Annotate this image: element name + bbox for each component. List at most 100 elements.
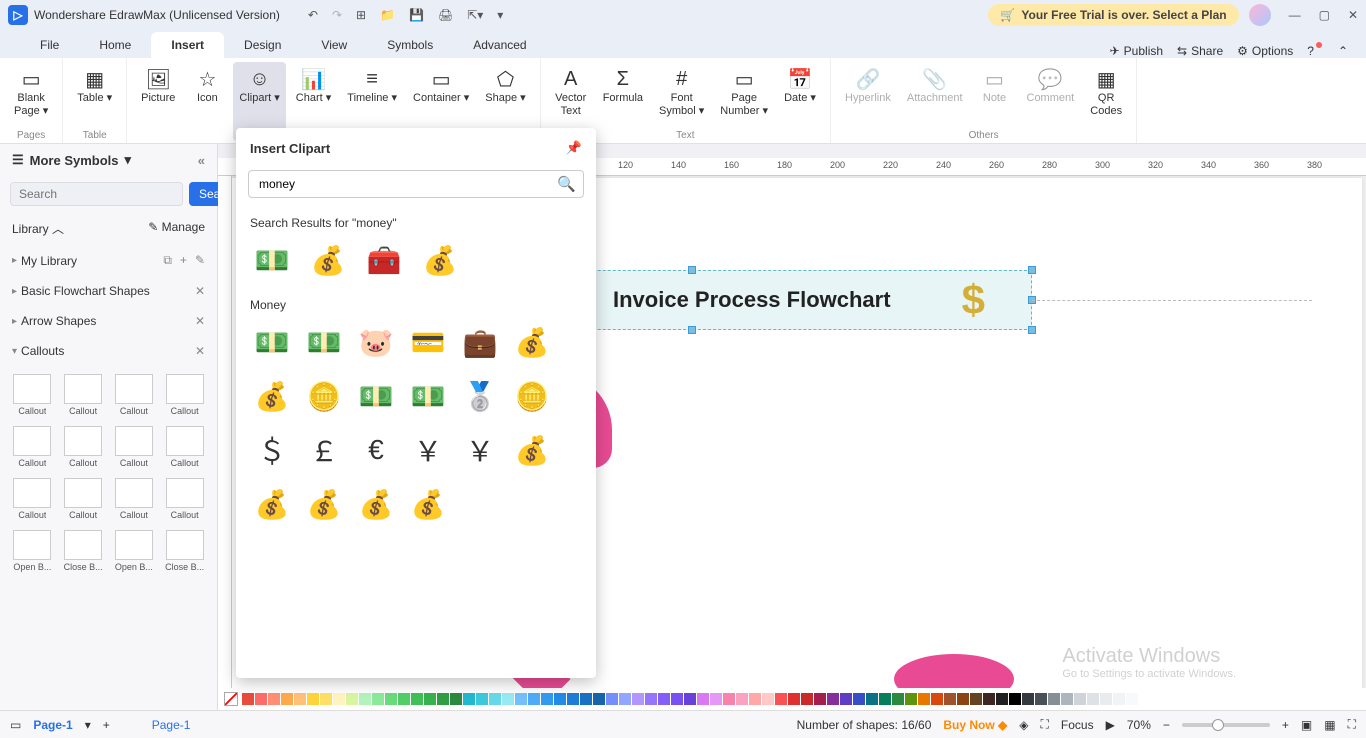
shape-item[interactable]: Open B... <box>110 526 159 576</box>
color-swatch[interactable] <box>619 693 631 705</box>
color-swatch[interactable] <box>996 693 1008 705</box>
tab-advanced[interactable]: Advanced <box>453 32 546 58</box>
formula-button[interactable]: ΣFormula <box>597 62 649 128</box>
table--button[interactable]: ▦Table ▾ <box>71 62 118 128</box>
user-avatar[interactable] <box>1249 4 1271 26</box>
icon-button[interactable]: ☆Icon <box>185 62 229 141</box>
color-swatch[interactable] <box>346 693 358 705</box>
shape-item[interactable]: Open B... <box>8 526 57 576</box>
clipart-item[interactable]: 💵 <box>250 320 294 364</box>
color-swatch[interactable] <box>411 693 423 705</box>
clipart-item[interactable]: 💵 <box>302 320 346 364</box>
shape-item[interactable]: Callout <box>160 370 209 420</box>
color-swatch[interactable] <box>762 693 774 705</box>
color-swatch[interactable] <box>567 693 579 705</box>
fullscreen-icon[interactable]: ⛶ <box>1348 717 1356 732</box>
color-swatch[interactable] <box>1035 693 1047 705</box>
tab-design[interactable]: Design <box>224 32 301 58</box>
clipart-item[interactable]: ￡ <box>302 428 346 472</box>
color-swatch[interactable] <box>450 693 462 705</box>
section-arrow-shapes[interactable]: ▸Arrow Shapes✕ <box>0 306 217 336</box>
vector-text-button[interactable]: AVectorText <box>549 62 593 128</box>
clipart-search-input[interactable] <box>248 170 584 198</box>
tab-home[interactable]: Home <box>79 32 151 58</box>
color-swatch[interactable] <box>502 693 514 705</box>
color-swatch[interactable] <box>697 693 709 705</box>
color-swatch[interactable] <box>723 693 735 705</box>
shape-item[interactable]: Close B... <box>59 526 108 576</box>
color-swatch[interactable] <box>632 693 644 705</box>
clipart-item[interactable]: 💵 <box>354 374 398 418</box>
color-swatch[interactable] <box>580 693 592 705</box>
color-swatch[interactable] <box>879 693 891 705</box>
save-icon[interactable]: 💾 <box>409 8 424 22</box>
minimize-icon[interactable]: — <box>1289 8 1301 22</box>
clipart-item[interactable]: 🧰 <box>362 238 406 282</box>
clipart-item[interactable]: 💰 <box>250 482 294 526</box>
color-swatch[interactable] <box>788 693 800 705</box>
color-swatch[interactable] <box>333 693 345 705</box>
color-swatch[interactable] <box>1009 693 1021 705</box>
tab-insert[interactable]: Insert <box>151 32 224 58</box>
collapse-ribbon-icon[interactable]: ⌃ <box>1338 44 1348 58</box>
shape-item[interactable]: Callout <box>8 474 57 524</box>
redo-icon[interactable]: ↷ <box>332 8 342 22</box>
color-swatch[interactable] <box>710 693 722 705</box>
page-tab-1[interactable]: Page-1 <box>33 718 72 732</box>
date--button[interactable]: 📅Date ▾ <box>778 62 822 128</box>
color-swatch[interactable] <box>1113 693 1125 705</box>
color-swatch[interactable] <box>372 693 384 705</box>
clipart-item[interactable]: ￥ <box>406 428 450 472</box>
blank-page--button[interactable]: ▭BlankPage ▾ <box>8 62 54 128</box>
picture-button[interactable]: 🖼Picture <box>135 62 181 141</box>
clipart-item[interactable]: 🥈 <box>458 374 502 418</box>
color-swatch[interactable] <box>931 693 943 705</box>
font-symbol--button[interactable]: #FontSymbol ▾ <box>653 62 710 128</box>
clipart-item[interactable]: € <box>354 428 398 472</box>
clipart-item[interactable]: 🪙 <box>302 374 346 418</box>
color-swatch[interactable] <box>554 693 566 705</box>
open-icon[interactable]: 📁 <box>380 8 395 22</box>
print-icon[interactable]: 🖨 <box>438 8 453 22</box>
color-swatch[interactable] <box>801 693 813 705</box>
export-icon[interactable]: ⇱▾ <box>467 8 483 22</box>
color-swatch[interactable] <box>866 693 878 705</box>
help-button[interactable]: ? <box>1307 44 1324 58</box>
color-swatch[interactable] <box>853 693 865 705</box>
color-swatch[interactable] <box>957 693 969 705</box>
page-name[interactable]: Page-1 <box>152 718 191 732</box>
undo-icon[interactable]: ↶ <box>308 8 318 22</box>
color-swatch[interactable] <box>1074 693 1086 705</box>
color-swatch[interactable] <box>736 693 748 705</box>
options-button[interactable]: ⚙ Options <box>1237 44 1293 58</box>
pages-icon[interactable]: ▭ <box>10 718 21 732</box>
color-swatch[interactable] <box>645 693 657 705</box>
zoom-out-icon[interactable]: − <box>1163 718 1170 732</box>
clipart-item[interactable]: 💰 <box>510 428 554 472</box>
view-mode-2-icon[interactable]: ▦ <box>1324 718 1335 732</box>
color-swatch[interactable] <box>1100 693 1112 705</box>
color-swatch[interactable] <box>814 693 826 705</box>
color-swatch[interactable] <box>892 693 904 705</box>
color-swatch[interactable] <box>437 693 449 705</box>
color-swatch[interactable] <box>255 693 267 705</box>
view-mode-1-icon[interactable]: ▣ <box>1301 718 1312 732</box>
clipart-item[interactable]: 💵 <box>250 238 294 282</box>
color-swatch[interactable] <box>749 693 761 705</box>
new-icon[interactable]: ⊞ <box>356 8 366 22</box>
shape-item[interactable]: Callout <box>110 422 159 472</box>
tab-file[interactable]: File <box>20 32 79 58</box>
pin-icon[interactable]: 📌 <box>566 140 582 156</box>
color-swatch[interactable] <box>515 693 527 705</box>
shape-item[interactable]: Callout <box>8 422 57 472</box>
color-swatch[interactable] <box>242 693 254 705</box>
clipart-item[interactable]: 💳 <box>406 320 450 364</box>
color-swatch[interactable] <box>307 693 319 705</box>
color-swatch[interactable] <box>983 693 995 705</box>
color-swatch[interactable] <box>1061 693 1073 705</box>
color-swatch[interactable] <box>294 693 306 705</box>
clipart-item[interactable]: 🪙 <box>510 374 554 418</box>
fit-icon[interactable]: ⛶ <box>1041 717 1049 732</box>
oval-shape[interactable] <box>894 654 1014 688</box>
shape-item[interactable]: Callout <box>59 370 108 420</box>
